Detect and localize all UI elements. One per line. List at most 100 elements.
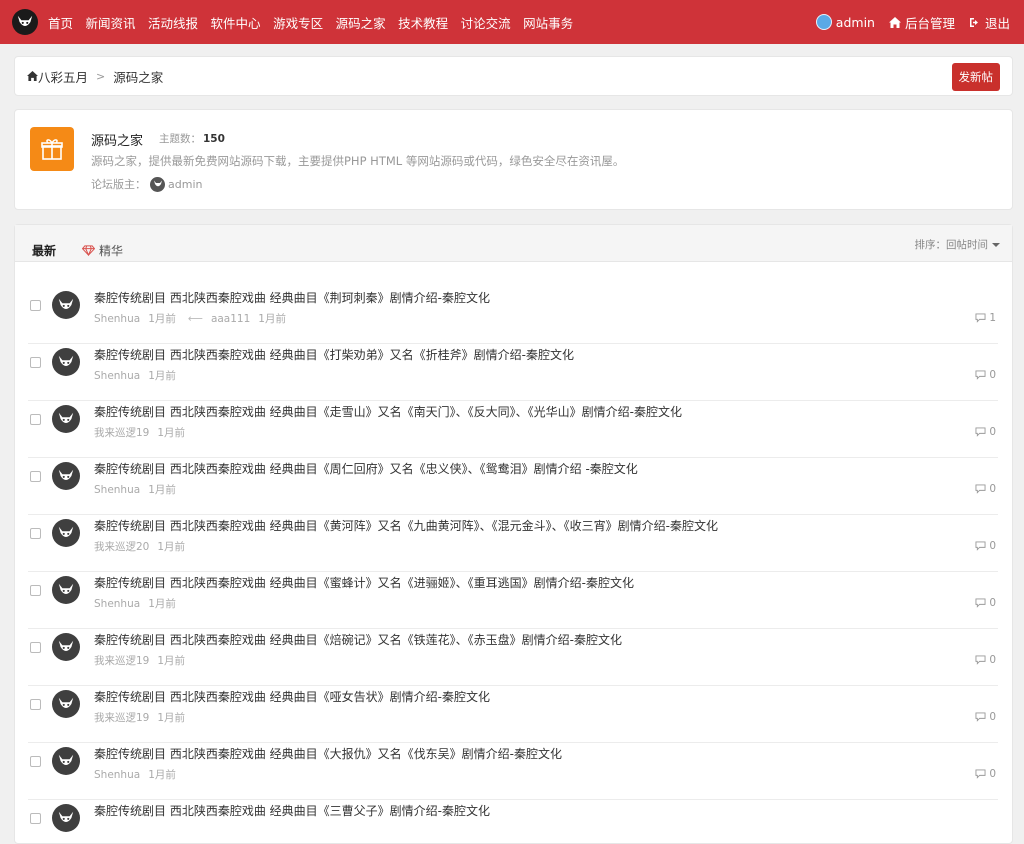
reply-count-value: 0: [989, 483, 996, 495]
table-row[interactable]: 秦腔传统剧目 西北陕西秦腔戏曲 经典曲目《哑女告状》剧情介绍-秦腔文化 我来巡逻…: [28, 686, 998, 743]
thread-meta: Shenhua 1月前: [94, 482, 176, 497]
nav-link-source-code[interactable]: 源码之家: [336, 13, 386, 32]
nav-link-tutorials[interactable]: 技术教程: [398, 13, 448, 32]
thread-checkbox[interactable]: [30, 642, 41, 653]
thread-checkbox[interactable]: [30, 300, 41, 311]
thread-time: 1月前: [157, 655, 186, 667]
thread-checkbox[interactable]: [30, 528, 41, 539]
diamond-icon: [82, 245, 95, 256]
comment-icon: [975, 484, 986, 494]
thread-title[interactable]: 秦腔传统剧目 西北陕西秦腔戏曲 经典曲目《周仁回府》又名《忠义侠》、《鸳鸯泪》剧…: [94, 460, 638, 477]
table-row[interactable]: 秦腔传统剧目 西北陕西秦腔戏曲 经典曲目《蜜蜂计》又名《进骊姬》、《重耳逃国》剧…: [28, 572, 998, 629]
moderator-name[interactable]: admin: [168, 178, 202, 191]
table-row[interactable]: 秦腔传统剧目 西北陕西秦腔戏曲 经典曲目《荆珂刺秦》剧情介绍-秦腔文化 Shen…: [28, 287, 998, 344]
nav-link-home[interactable]: 首页: [48, 13, 73, 32]
thread-author[interactable]: 我来巡逻19: [94, 425, 149, 440]
thread-checkbox[interactable]: [30, 813, 41, 824]
breadcrumb: 八彩五月 > 源码之家 发新帖: [14, 56, 1013, 96]
nav-link-site-affairs[interactable]: 网站事务: [523, 13, 573, 32]
thread-title[interactable]: 秦腔传统剧目 西北陕西秦腔戏曲 经典曲目《三曹父子》剧情介绍-秦腔文化: [94, 802, 490, 819]
topic-count: 主题数： 150: [159, 131, 225, 146]
thread-title[interactable]: 秦腔传统剧目 西北陕西秦腔戏曲 经典曲目《大报仇》又名《伐东吴》剧情介绍-秦腔文…: [94, 745, 562, 762]
reply-count-value: 0: [989, 369, 996, 381]
nav-link-games[interactable]: 游戏专区: [273, 13, 323, 32]
thread-title[interactable]: 秦腔传统剧目 西北陕西秦腔戏曲 经典曲目《焙碗记》又名《铁莲花》、《赤玉盘》剧情…: [94, 631, 622, 648]
thread-title[interactable]: 秦腔传统剧目 西北陕西秦腔戏曲 经典曲目《蜜蜂计》又名《进骊姬》、《重耳逃国》剧…: [94, 574, 634, 591]
tab-latest[interactable]: 最新: [32, 242, 56, 259]
admin-panel-link[interactable]: 后台管理: [888, 13, 955, 32]
thread-title[interactable]: 秦腔传统剧目 西北陕西秦腔戏曲 经典曲目《荆珂刺秦》剧情介绍-秦腔文化: [94, 289, 490, 306]
table-row[interactable]: 秦腔传统剧目 西北陕西秦腔戏曲 经典曲目《三曹父子》剧情介绍-秦腔文化: [28, 800, 998, 832]
table-row[interactable]: 秦腔传统剧目 西北陕西秦腔戏曲 经典曲目《焙碗记》又名《铁莲花》、《赤玉盘》剧情…: [28, 629, 998, 686]
topic-count-label: 主题数：: [159, 133, 201, 145]
thread-author-avatar[interactable]: [52, 747, 80, 775]
topic-count-value: 150: [203, 133, 225, 145]
forum-description: 源码之家，提供最新免费网站源码下载，主要提供PHP HTML 等网站源码或代码，…: [91, 154, 625, 168]
table-row[interactable]: 秦腔传统剧目 西北陕西秦腔戏曲 经典曲目《走雪山》又名《南天门》、《反大同》、《…: [28, 401, 998, 458]
thread-time: 1月前: [148, 598, 176, 610]
user-menu[interactable]: admin: [815, 14, 875, 30]
thread-author[interactable]: Shenhua: [94, 484, 140, 496]
thread-meta: 我来巡逻19 1月前: [94, 653, 185, 668]
thread-author-avatar[interactable]: [52, 633, 80, 661]
thread-author[interactable]: 我来巡逻19: [94, 710, 149, 725]
breadcrumb-home[interactable]: 八彩五月: [27, 67, 88, 86]
thread-author-avatar[interactable]: [52, 690, 80, 718]
comment-icon: [975, 769, 986, 779]
thread-title[interactable]: 秦腔传统剧目 西北陕西秦腔戏曲 经典曲目《走雪山》又名《南天门》、《反大同》、《…: [94, 403, 682, 420]
sort-dropdown[interactable]: 排序：回帖时间: [914, 237, 1000, 252]
thread-title[interactable]: 秦腔传统剧目 西北陕西秦腔戏曲 经典曲目《哑女告状》剧情介绍-秦腔文化: [94, 688, 490, 705]
moderator-label: 论坛版主：: [91, 178, 146, 191]
thread-checkbox[interactable]: [30, 357, 41, 368]
table-row[interactable]: 秦腔传统剧目 西北陕西秦腔戏曲 经典曲目《大报仇》又名《伐东吴》剧情介绍-秦腔文…: [28, 743, 998, 800]
thread-author[interactable]: Shenhua: [94, 769, 140, 781]
thread-author-avatar[interactable]: [52, 291, 80, 319]
thread-author[interactable]: 我来巡逻19: [94, 653, 149, 668]
breadcrumb-current[interactable]: 源码之家: [113, 67, 163, 86]
comment-icon: [975, 712, 986, 722]
breadcrumb-home-label: 八彩五月: [38, 69, 89, 85]
reply-count-value: 1: [989, 312, 996, 324]
thread-author-avatar[interactable]: [52, 405, 80, 433]
reply-count: 0: [975, 711, 996, 723]
thread-author[interactable]: Shenhua: [94, 598, 140, 610]
comment-icon: [975, 541, 986, 551]
reply-count: 0: [975, 483, 996, 495]
sign-out-icon: [969, 17, 981, 28]
thread-author[interactable]: Shenhua: [94, 313, 140, 325]
new-post-button[interactable]: 发新帖: [951, 63, 1000, 91]
comment-icon: [975, 427, 986, 437]
sort-label: 排序：回帖时间: [914, 239, 989, 251]
thread-checkbox[interactable]: [30, 414, 41, 425]
thread-author[interactable]: Shenhua: [94, 370, 140, 382]
nav-link-news[interactable]: 新闻资讯: [86, 13, 136, 32]
thread-author-avatar[interactable]: [52, 519, 80, 547]
table-row[interactable]: 秦腔传统剧目 西北陕西秦腔戏曲 经典曲目《黄河阵》又名《九曲黄河阵》、《混元金斗…: [28, 515, 998, 572]
site-logo[interactable]: [12, 9, 38, 35]
thread-author-avatar[interactable]: [52, 804, 80, 832]
thread-title[interactable]: 秦腔传统剧目 西北陕西秦腔戏曲 经典曲目《打柴劝弟》又名《折桂斧》剧情介绍-秦腔…: [94, 346, 574, 363]
last-reply-user[interactable]: aaa111: [211, 313, 250, 325]
nav-link-activities[interactable]: 活动线报: [148, 13, 198, 32]
thread-time: 1月前: [148, 370, 176, 382]
tab-digest[interactable]: 精华: [82, 242, 123, 259]
nav-link-software[interactable]: 软件中心: [211, 13, 261, 32]
nav-link-discussion[interactable]: 讨论交流: [461, 13, 511, 32]
table-row[interactable]: 秦腔传统剧目 西北陕西秦腔戏曲 经典曲目《打柴劝弟》又名《折桂斧》剧情介绍-秦腔…: [28, 344, 998, 401]
thread-time: 1月前: [148, 484, 176, 496]
thread-checkbox[interactable]: [30, 585, 41, 596]
thread-author-avatar[interactable]: [52, 576, 80, 604]
thread-checkbox[interactable]: [30, 756, 41, 767]
moderator-avatar[interactable]: [150, 176, 165, 192]
reply-count: 0: [975, 654, 996, 666]
thread-time: 1月前: [157, 712, 186, 724]
thread-author-avatar[interactable]: [52, 348, 80, 376]
thread-author-avatar[interactable]: [52, 462, 80, 490]
table-row[interactable]: 秦腔传统剧目 西北陕西秦腔戏曲 经典曲目《周仁回府》又名《忠义侠》、《鸳鸯泪》剧…: [28, 458, 998, 515]
thread-checkbox[interactable]: [30, 471, 41, 482]
thread-title[interactable]: 秦腔传统剧目 西北陕西秦腔戏曲 经典曲目《黄河阵》又名《九曲黄河阵》、《混元金斗…: [94, 517, 718, 534]
thread-author[interactable]: 我来巡逻20: [94, 539, 149, 554]
thread-meta: Shenhua 1月前: [94, 767, 176, 782]
logout-link[interactable]: 退出: [969, 13, 1010, 32]
thread-checkbox[interactable]: [30, 699, 41, 710]
